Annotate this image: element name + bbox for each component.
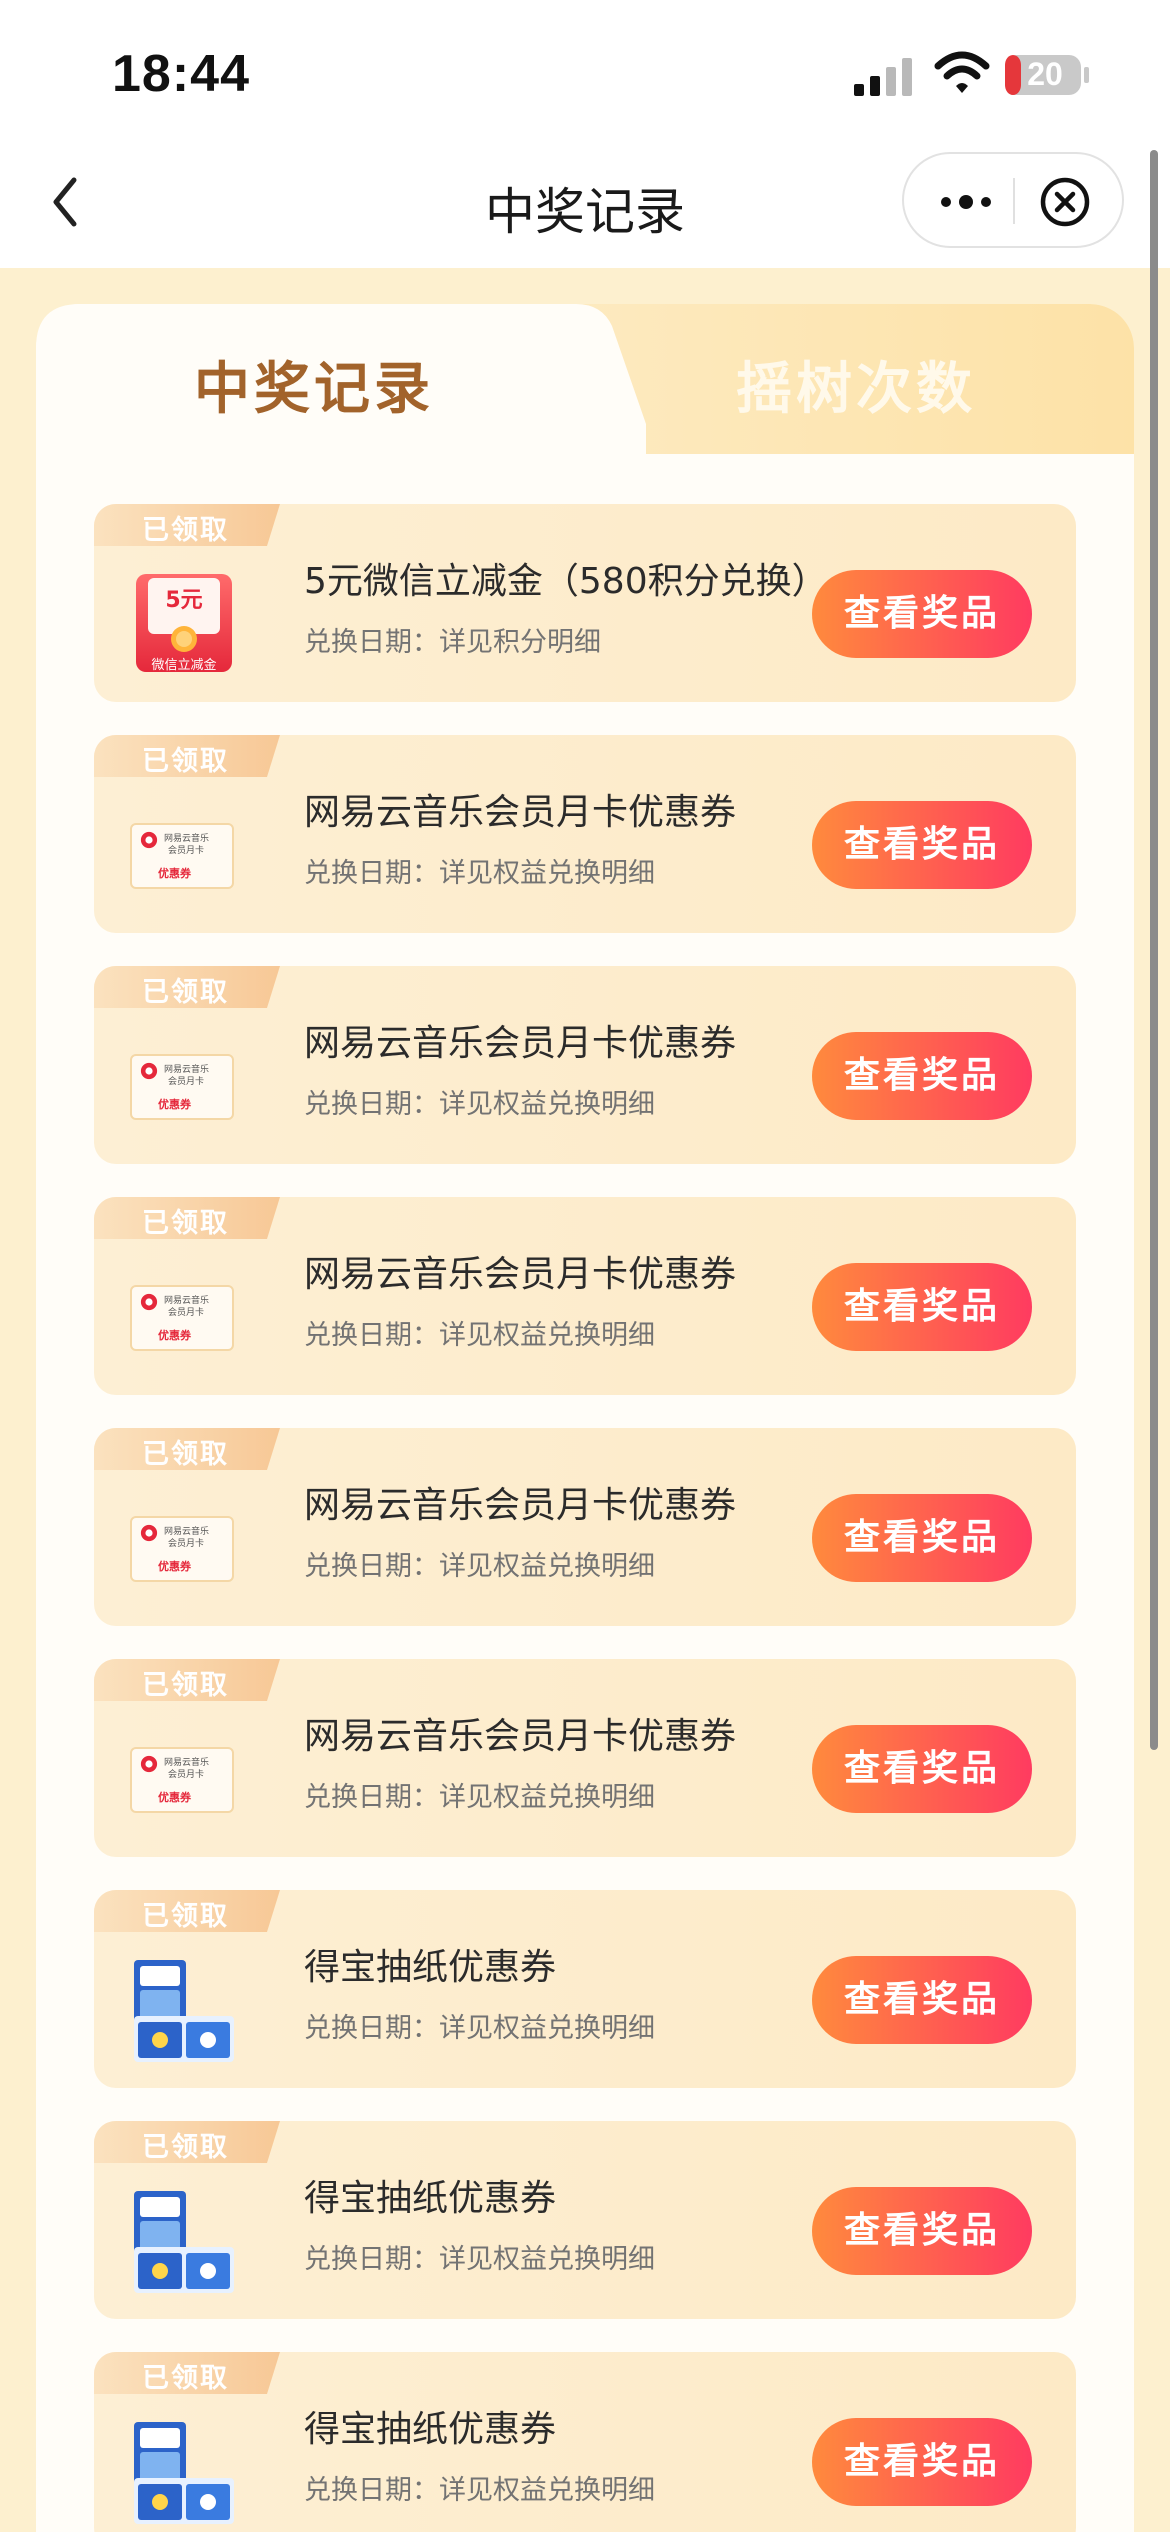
claimed-badge: 已领取 <box>94 1428 280 1470</box>
coupon-amount: 5元 <box>165 588 203 613</box>
coupon-line-2: 会员月卡 <box>168 1077 205 1087</box>
coupon-caption: 优惠券 <box>158 1329 191 1342</box>
signal-icon <box>854 58 912 96</box>
prize-record-card: 已领取 网易云音乐 会员月卡 优惠券 网易云音乐会员月卡优惠券 兑换日期：详见权益兑换明细… <box>94 1197 1076 1395</box>
prize-record-card: 已领取 网易云音乐 会员月卡 优惠券 网易云音乐会员月卡优惠券 兑换日期：详见权益兑换明细… <box>94 1428 1076 1626</box>
view-prize-button[interactable]: 查看奖品 <box>812 801 1032 889</box>
tab-shake-count-label: 摇树次数 <box>736 357 976 422</box>
prize-title: 5元微信立减金（580积分兑换） <box>304 561 828 602</box>
music-logo-icon <box>140 1524 158 1542</box>
music-coupon-thumb: 网易云音乐 会员月卡 优惠券 <box>128 1032 240 1142</box>
mini-program-capsule <box>902 152 1124 248</box>
music-logo-icon <box>140 1293 158 1311</box>
prize-redeem-date: 兑换日期：详见权益兑换明细 <box>304 858 655 889</box>
prize-redeem-date: 兑换日期：详见积分明细 <box>304 627 601 658</box>
prize-title: 网易云音乐会员月卡优惠券 <box>304 1254 737 1295</box>
claimed-badge: 已领取 <box>94 1890 280 1932</box>
view-prize-button[interactable]: 查看奖品 <box>812 1032 1032 1120</box>
prize-redeem-date: 兑换日期：详见权益兑换明细 <box>304 2475 655 2506</box>
prize-redeem-date: 兑换日期：详见权益兑换明细 <box>304 1551 655 1582</box>
coin-icon <box>171 626 197 652</box>
coupon-line-2: 会员月卡 <box>168 1308 205 1318</box>
coupon-caption: 优惠券 <box>158 1098 191 1111</box>
claimed-badge: 已领取 <box>94 1197 280 1239</box>
prize-redeem-date: 兑换日期：详见权益兑换明细 <box>304 1320 655 1351</box>
music-coupon-thumb: 网易云音乐 会员月卡 优惠券 <box>128 1725 240 1835</box>
prize-title: 网易云音乐会员月卡优惠券 <box>304 1023 737 1064</box>
prize-record-card: 已领取 网易云音乐 会员月卡 优惠券 网易云音乐会员月卡优惠券 兑换日期：详见权益兑换明细… <box>94 966 1076 1164</box>
view-prize-button[interactable]: 查看奖品 <box>812 570 1032 658</box>
battery-level: 20 <box>1027 56 1063 92</box>
view-prize-button[interactable]: 查看奖品 <box>812 1263 1032 1351</box>
prize-title: 网易云音乐会员月卡优惠券 <box>304 1485 737 1526</box>
music-coupon-thumb: 网易云音乐 会员月卡 优惠券 <box>128 801 240 911</box>
music-logo-icon <box>140 1755 158 1773</box>
capsule-divider <box>1013 178 1015 224</box>
nav-bar: 中奖记录 <box>0 140 1170 268</box>
prize-record-card: 已领取 得宝抽纸优惠券兑换日期：详见权益兑换明细 查看奖品 <box>94 1890 1076 2088</box>
view-prize-button[interactable]: 查看奖品 <box>812 1956 1032 2044</box>
battery-icon: 20 <box>1004 54 1090 96</box>
prize-record-card: 已领取 得宝抽纸优惠券兑换日期：详见权益兑换明细 查看奖品 <box>94 2352 1076 2532</box>
music-coupon-thumb: 网易云音乐 会员月卡 优惠券 <box>128 1263 240 1373</box>
music-logo-icon <box>140 1062 158 1080</box>
prize-redeem-date: 兑换日期：详见权益兑换明细 <box>304 1782 655 1813</box>
claimed-badge: 已领取 <box>94 2121 280 2163</box>
more-icon[interactable] <box>926 176 1006 228</box>
prize-redeem-date: 兑换日期：详见权益兑换明细 <box>304 1089 655 1120</box>
prize-title: 得宝抽纸优惠券 <box>304 2409 557 2450</box>
coupon-caption: 微信立减金 <box>151 658 217 673</box>
prize-title: 得宝抽纸优惠券 <box>304 1947 557 1988</box>
tab-prize-records[interactable]: 中奖记录 <box>36 304 646 454</box>
prize-redeem-date: 兑换日期：详见权益兑换明细 <box>304 2013 655 2044</box>
coupon-line-2: 会员月卡 <box>168 1539 205 1549</box>
tissue-pack-icon <box>134 2422 234 2524</box>
coupon-line-2: 会员月卡 <box>168 846 205 856</box>
prize-record-card: 已领取 网易云音乐 会员月卡 优惠券 网易云音乐会员月卡优惠券 兑换日期：详见权益兑换明细… <box>94 1659 1076 1857</box>
status-bar: 18:44 20 <box>0 0 1170 140</box>
coupon-caption: 优惠券 <box>158 1791 191 1804</box>
status-time: 18:44 <box>112 45 250 103</box>
tissue-pack-icon <box>134 1960 234 2062</box>
music-coupon-thumb: 网易云音乐 会员月卡 优惠券 <box>128 1494 240 1604</box>
coupon-line-2: 会员月卡 <box>168 1770 205 1780</box>
prize-title: 得宝抽纸优惠券 <box>304 2178 557 2219</box>
wifi-icon <box>934 51 990 93</box>
claimed-badge: 已领取 <box>94 2352 280 2394</box>
prize-title: 网易云音乐会员月卡优惠券 <box>304 792 737 833</box>
view-prize-button[interactable]: 查看奖品 <box>812 1494 1032 1582</box>
view-prize-button[interactable]: 查看奖品 <box>812 2418 1032 2506</box>
prize-redeem-date: 兑换日期：详见权益兑换明细 <box>304 2244 655 2275</box>
coupon-caption: 优惠券 <box>158 1560 191 1573</box>
claimed-badge: 已领取 <box>94 504 280 546</box>
tab-shake-count[interactable]: 摇树次数 <box>560 304 1134 454</box>
close-icon[interactable] <box>1036 176 1094 228</box>
view-prize-button[interactable]: 查看奖品 <box>812 2187 1032 2275</box>
prize-record-card: 已领取 5元微信立减金 5元微信立减金（580积分兑换） 兑换日期：详见积分明细 查看奖… <box>94 504 1076 702</box>
music-logo-icon <box>140 831 158 849</box>
view-prize-button[interactable]: 查看奖品 <box>812 1725 1032 1813</box>
tab-prize-records-label: 中奖记录 <box>194 357 434 422</box>
coupon-caption: 优惠券 <box>158 867 191 880</box>
claimed-badge: 已领取 <box>94 735 280 777</box>
wechat-coupon-thumb: 5元微信立减金 <box>128 570 240 680</box>
prize-record-card: 已领取 网易云音乐 会员月卡 优惠券 网易云音乐会员月卡优惠券 兑换日期：详见权益兑换明细… <box>94 735 1076 933</box>
prize-title: 网易云音乐会员月卡优惠券 <box>304 1716 737 1757</box>
prize-record-card: 已领取 得宝抽纸优惠券兑换日期：详见权益兑换明细 查看奖品 <box>94 2121 1076 2319</box>
claimed-badge: 已领取 <box>94 966 280 1008</box>
claimed-badge: 已领取 <box>94 1659 280 1701</box>
tissue-pack-icon <box>134 2191 234 2293</box>
scrollbar[interactable] <box>1150 150 1158 1750</box>
